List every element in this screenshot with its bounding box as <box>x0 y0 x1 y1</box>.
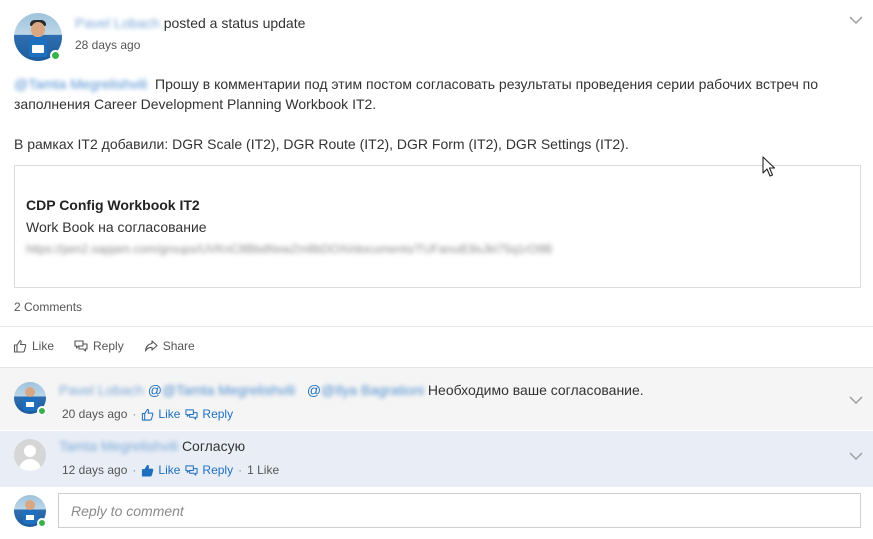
post-actions-bar: Like Reply Share <box>13 339 195 353</box>
reply-bubble-icon <box>74 339 88 353</box>
comment-item: Tamta Megrelishvili Согласую 12 days ago… <box>0 431 873 487</box>
online-status-indicator <box>37 406 47 416</box>
chevron-down-icon[interactable] <box>849 13 863 27</box>
comment-meta: 20 days ago · Like Reply <box>62 407 234 421</box>
comment-mention[interactable]: @@Ilya Bagrationi <box>307 382 424 398</box>
share-button[interactable]: Share <box>144 339 195 353</box>
reply-bubble-icon <box>185 408 198 421</box>
commenter-avatar[interactable] <box>14 439 46 471</box>
comment-mention[interactable]: @@Tamta Megrelishvili <box>148 382 295 398</box>
reply-composer <box>0 487 873 539</box>
post-author-line: Pavel Lobach posted a status update <box>75 15 305 31</box>
post-text-paragraph2: В рамках IT2 добавили: DGR Scale (IT2), … <box>14 136 629 152</box>
comment-timestamp[interactable]: 20 days ago <box>62 407 127 421</box>
chevron-down-icon[interactable] <box>849 449 863 463</box>
post-body: @Tamta Megrelishvili Прошу в комментарии… <box>14 74 844 154</box>
online-status-indicator <box>37 518 47 528</box>
link-title[interactable]: CDP Config Workbook IT2 <box>26 197 200 213</box>
link-description: Work Book на согласование <box>26 219 207 235</box>
reply-button[interactable]: Reply <box>74 339 124 353</box>
comment-meta: 12 days ago · Like Reply · 1 Like <box>62 463 280 477</box>
thumbs-up-icon <box>13 339 27 353</box>
comment-likes-count[interactable]: 1 Like <box>247 463 279 477</box>
post-text-line2: заполнения Career Development Planning W… <box>14 96 377 112</box>
comment-like-button[interactable]: Like <box>141 407 180 421</box>
divider <box>0 326 873 327</box>
comment-timestamp[interactable]: 12 days ago <box>62 463 127 477</box>
thumbs-up-icon <box>141 464 154 477</box>
post-timestamp[interactable]: 28 days ago <box>75 38 140 52</box>
like-button[interactable]: Like <box>13 339 54 353</box>
comment-text: Согласую <box>181 438 246 454</box>
share-arrow-icon <box>144 339 158 353</box>
reply-input[interactable] <box>58 493 861 528</box>
comment-author-name[interactable]: Tamta Megrelishvili <box>59 438 178 454</box>
thumbs-up-icon <box>141 408 154 421</box>
post-header: Pavel Lobach posted a status update 28 d… <box>0 0 873 70</box>
link-url[interactable]: https://jam2.sapjam.com/groups/UVKnC8Bbd… <box>26 242 552 256</box>
comment-author-name[interactable]: Pavel Lobach <box>59 382 144 398</box>
link-preview-card[interactable]: CDP Config Workbook IT2 Work Book на сог… <box>14 165 861 288</box>
reply-bubble-icon <box>185 464 198 477</box>
comment-reply-button[interactable]: Reply <box>185 407 233 421</box>
post-action-text: posted a status update <box>163 15 306 31</box>
post-mention[interactable]: @Tamta Megrelishvili <box>14 76 147 92</box>
post-author-name[interactable]: Pavel Lobach <box>75 15 160 31</box>
comment-text-line: Pavel Lobach @@Tamta Megrelishvili @@Ily… <box>59 382 644 398</box>
comment-like-button[interactable]: Like <box>141 463 180 477</box>
post-text-line1: @Tamta Megrelishvili Прошу в комментарии… <box>14 76 819 92</box>
mouse-cursor-icon <box>762 156 776 178</box>
comment-item: Pavel Lobach @@Tamta Megrelishvili @@Ily… <box>0 368 873 430</box>
comment-text-line: Tamta Megrelishvili Согласую <box>59 438 245 454</box>
comments-count[interactable]: 2 Comments <box>14 300 82 314</box>
comment-reply-button[interactable]: Reply <box>185 463 233 477</box>
chevron-down-icon[interactable] <box>849 393 863 407</box>
reply-label: Reply <box>93 339 124 353</box>
comment-text: Необходимо ваше согласование. <box>427 382 644 398</box>
like-label: Like <box>32 339 55 353</box>
share-label: Share <box>162 339 195 353</box>
online-status-indicator <box>50 50 61 61</box>
